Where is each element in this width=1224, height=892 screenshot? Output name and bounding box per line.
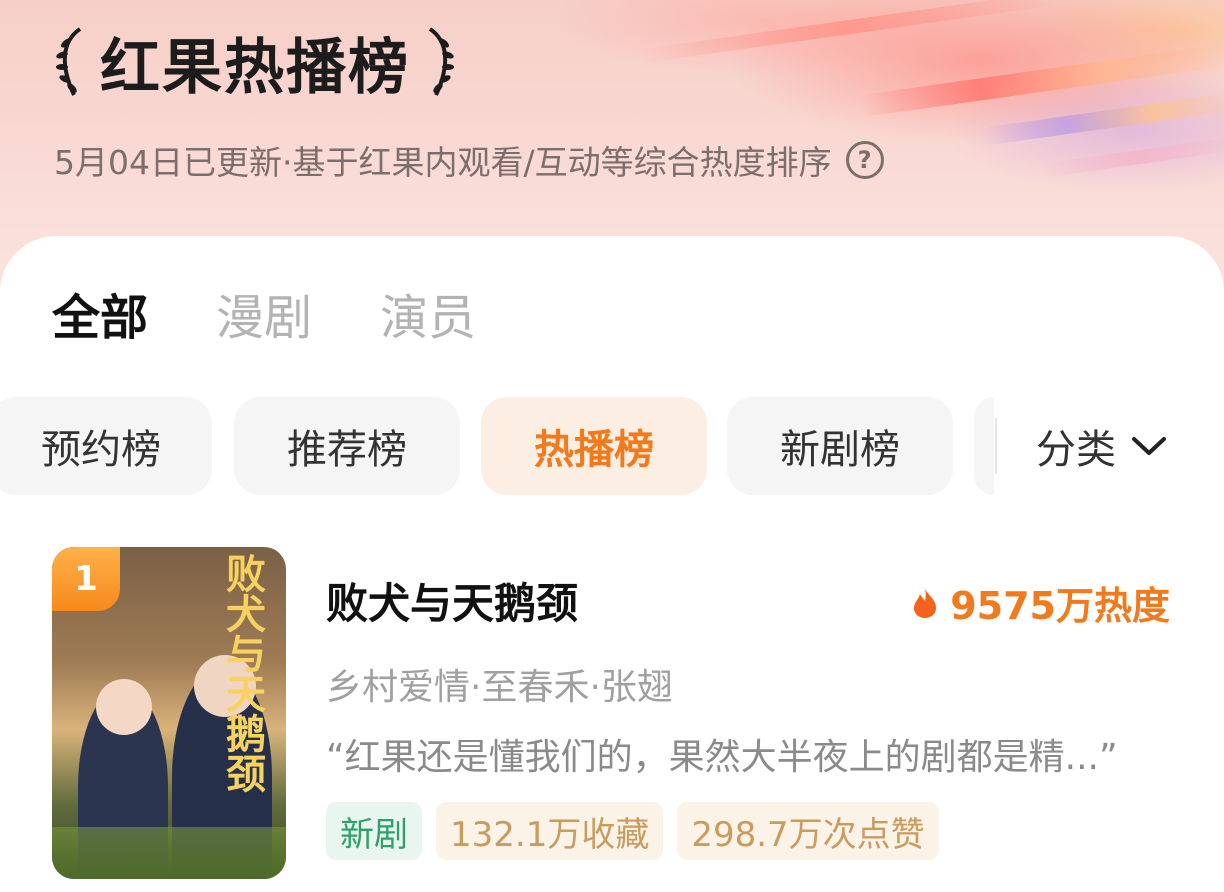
chip-reservation-ranking[interactable]: 预约榜 [0, 397, 212, 495]
chip-label: 推荐榜 [287, 427, 407, 473]
chips-divider [995, 418, 997, 474]
drama-title[interactable]: 败犬与天鹅颈 [326, 570, 578, 631]
drama-poster[interactable]: 败犬与天鹅颈 1 [52, 547, 286, 879]
chip-overflow-edge [974, 397, 994, 495]
question-circle-icon[interactable]: ? [845, 141, 884, 179]
tag-favorites-count: 132.1万收藏 [436, 802, 664, 860]
laurel-right-icon [428, 27, 454, 96]
main-tabs: 全部 漫剧 演员 [52, 286, 544, 350]
rank-badge: 1 [52, 547, 120, 611]
tab-actors[interactable]: 演员 [380, 286, 476, 350]
update-info: 5月04日已更新·基于红果内观看/互动等综合热度排序 ? [54, 138, 884, 182]
laurel-left-icon [56, 27, 82, 96]
poster-title-calligraphy: 败犬与天鹅颈 [219, 553, 266, 793]
heat-score: 9575万热度 [912, 575, 1170, 630]
page-title-row: 红果热播榜 [52, 22, 458, 103]
chip-label: 新剧榜 [780, 427, 900, 473]
tag-new-drama: 新剧 [326, 802, 422, 860]
page-title: 红果热播榜 [100, 32, 410, 103]
chip-label: 热播榜 [534, 427, 654, 473]
update-subtitle: 5月04日已更新·基于红果内观看/互动等综合热度排序 [54, 143, 832, 182]
drama-meta: 乡村爱情·至春禾·张翅 [326, 667, 673, 708]
poster-flowers [52, 827, 286, 879]
category-label: 分类 [1036, 427, 1116, 473]
heat-value: 9575万热度 [950, 584, 1170, 628]
drama-tags: 新剧 132.1万收藏 298.7万次点赞 [326, 802, 953, 860]
chevron-down-icon [1132, 437, 1166, 455]
chip-label: 预约榜 [41, 427, 161, 473]
drama-comment-quote: “红果还是懂我们的，果然大半夜上的剧都是精...” [326, 737, 1118, 778]
tab-all[interactable]: 全部 [52, 286, 148, 350]
tab-comic-drama[interactable]: 漫剧 [216, 286, 312, 350]
chip-recommend-ranking[interactable]: 推荐榜 [234, 397, 460, 495]
chip-new-ranking[interactable]: 新剧榜 [727, 397, 953, 495]
chip-hot-ranking[interactable]: 热播榜 [481, 397, 707, 495]
category-dropdown[interactable]: 分类 [1036, 418, 1168, 474]
flame-icon [914, 587, 937, 618]
tag-likes-count: 298.7万次点赞 [677, 802, 939, 860]
